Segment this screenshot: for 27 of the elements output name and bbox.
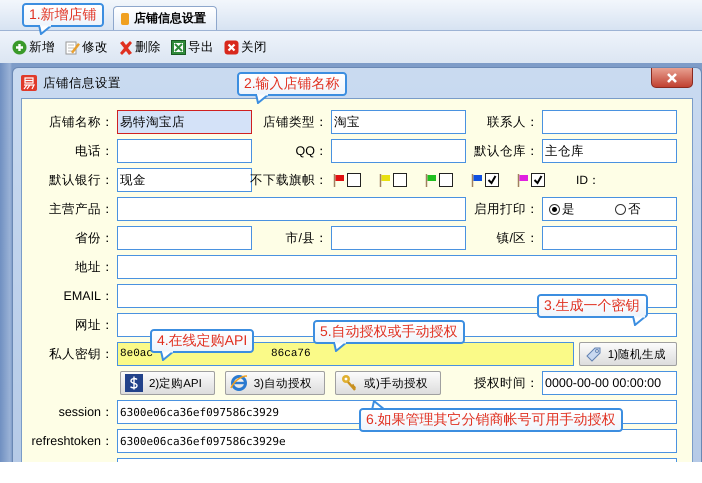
field-label: 默认银行：	[49, 172, 114, 188]
hint-tooltip: 4.在线定购API	[150, 329, 254, 353]
field-label: EMAIL：	[63, 288, 114, 304]
field-label: 默认仓库：	[474, 142, 539, 160]
field-label: 联系人：	[487, 114, 539, 130]
dialog-title: 店铺信息设置	[43, 74, 121, 92]
field-label: 店铺类型：	[263, 114, 328, 130]
field-label: 网址：	[75, 316, 114, 334]
field-label: 私人密钥：	[49, 346, 114, 362]
field-label: 启用打印：	[474, 200, 539, 218]
hint-tooltip: 3.生成一个密钥	[537, 294, 648, 318]
field-label: session：	[58, 404, 114, 420]
field-label: 省份：	[75, 230, 114, 246]
hint-tooltip: 5.自动授权或手动授权	[313, 320, 465, 344]
field-label: 授权时间：	[474, 374, 539, 392]
field-label: 主营产品：	[49, 200, 114, 218]
field-label: 电话：	[75, 142, 114, 160]
field-label: refreshtoken：	[32, 432, 114, 450]
hint-tooltip: 1.新增店铺	[22, 3, 104, 27]
field-label: 店铺名称：	[49, 114, 114, 130]
field-label: QQ：	[296, 142, 328, 160]
field-label: 镇/区：	[496, 230, 539, 246]
field-label: 市/县：	[286, 230, 328, 246]
hint-tooltip: 2.输入店铺名称	[237, 72, 347, 96]
hint-tooltip: 6.如果管理其它分销商帐号可用手动授权	[359, 408, 623, 432]
id-label: ID：	[576, 172, 600, 188]
field-label: 地址：	[75, 258, 114, 276]
